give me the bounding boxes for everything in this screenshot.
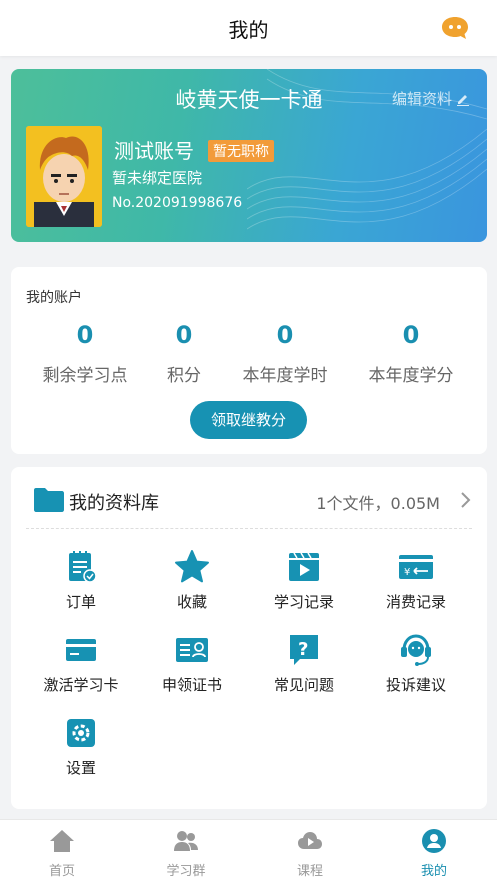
hospital-text: 暂未绑定医院 xyxy=(112,169,203,187)
group-icon xyxy=(174,831,198,851)
tab-label: 课程 xyxy=(296,864,323,879)
account-name: 测试账号 xyxy=(114,139,194,163)
library-title: 我的资料库 xyxy=(69,493,159,514)
menu-label: 激活学习卡 xyxy=(43,676,119,694)
order-icon xyxy=(69,551,97,583)
user-icon xyxy=(422,829,446,853)
menu-label: 投诉建议 xyxy=(385,676,446,694)
payment-record-icon: ¥ xyxy=(399,555,433,579)
profile-card: 岐黄天使一卡通 编辑资料 测试账号 暂无职称 暂未绑定医院 No.2020919… xyxy=(11,69,487,242)
video-record-icon xyxy=(289,552,319,581)
cloud-play-icon xyxy=(298,832,322,849)
star-icon xyxy=(175,550,209,583)
stat-study-hours[interactable]: 0 本年度学时 xyxy=(225,321,345,386)
tab-label: 我的 xyxy=(420,864,447,879)
menu-item-activate-card[interactable]: 激活学习卡 xyxy=(26,632,136,695)
tab-courses[interactable]: 课程 xyxy=(260,828,360,879)
menu-label: 常见问题 xyxy=(273,676,334,694)
stat-value: 0 xyxy=(276,321,294,349)
tab-study-group[interactable]: 学习群 xyxy=(136,828,236,879)
account-number: No.202091998676 xyxy=(112,195,243,211)
menu-label: 申领证书 xyxy=(161,676,222,694)
tab-label: 首页 xyxy=(48,864,75,879)
library-header[interactable]: 我的资料库 1个文件，0.05M xyxy=(26,467,472,529)
menu-item-certificate[interactable]: 申领证书 xyxy=(137,632,247,695)
card-icon xyxy=(66,639,96,661)
account-label: 我的账户 xyxy=(26,290,82,306)
certificate-icon xyxy=(176,638,208,662)
folder-icon xyxy=(34,488,64,512)
tab-home[interactable]: 首页 xyxy=(12,828,112,879)
svg-text:¥: ¥ xyxy=(404,567,410,578)
menu-label: 订单 xyxy=(65,593,96,611)
gear-icon xyxy=(67,719,95,747)
library-info: 1个文件，0.05M xyxy=(316,494,440,513)
stat-name: 本年度学分 xyxy=(368,366,454,386)
menu-item-complaint[interactable]: 投诉建议 xyxy=(361,632,471,695)
chevron-right-icon xyxy=(461,492,471,508)
stat-value: 0 xyxy=(402,321,420,349)
menu-item-favorites[interactable]: 收藏 xyxy=(137,549,247,612)
menu-item-settings[interactable]: 设置 xyxy=(26,715,136,778)
svg-text:?: ? xyxy=(298,639,308,660)
question-icon: ? xyxy=(290,635,318,665)
headset-icon xyxy=(401,634,431,666)
menu-item-faq[interactable]: ? 常见问题 xyxy=(249,632,359,695)
page-title: 我的 xyxy=(228,18,269,42)
stat-credits[interactable]: 0 本年度学分 xyxy=(351,321,471,386)
claim-credits-button[interactable]: 领取继教分 xyxy=(190,401,307,439)
avatar[interactable] xyxy=(26,126,102,227)
menu-item-study-record[interactable]: 学习记录 xyxy=(249,549,359,612)
edit-profile-label: 编辑资料 xyxy=(391,90,452,108)
home-icon xyxy=(50,830,74,852)
rank-badge: 暂无职称 xyxy=(208,140,274,162)
menu-label: 消费记录 xyxy=(385,593,446,611)
menu-item-orders[interactable]: 订单 xyxy=(26,549,136,612)
edit-profile-link[interactable]: 编辑资料 xyxy=(392,88,470,109)
stat-name: 本年度学时 xyxy=(242,366,328,386)
tab-label: 学习群 xyxy=(166,864,206,879)
pencil-icon xyxy=(457,94,469,106)
bottom-tab-bar: 首页 学习群 课程 我的 xyxy=(0,819,497,883)
menu-label: 设置 xyxy=(65,759,96,777)
top-bar: 我的 xyxy=(0,0,497,56)
menu-item-payment-record[interactable]: ¥ 消费记录 xyxy=(361,549,471,612)
menu-label: 学习记录 xyxy=(273,593,334,611)
account-card: 我的账户 0 剩余学习点 0 积分 0 本年度学时 0 本年度学分 领取继教分 xyxy=(11,267,487,454)
library-card: 我的资料库 1个文件，0.05M 订单 收藏 学习记录 ¥ 消费记录 激活学习卡… xyxy=(11,467,487,809)
message-icon[interactable] xyxy=(441,16,469,40)
tab-mine[interactable]: 我的 xyxy=(384,828,484,879)
menu-label: 收藏 xyxy=(176,593,207,611)
